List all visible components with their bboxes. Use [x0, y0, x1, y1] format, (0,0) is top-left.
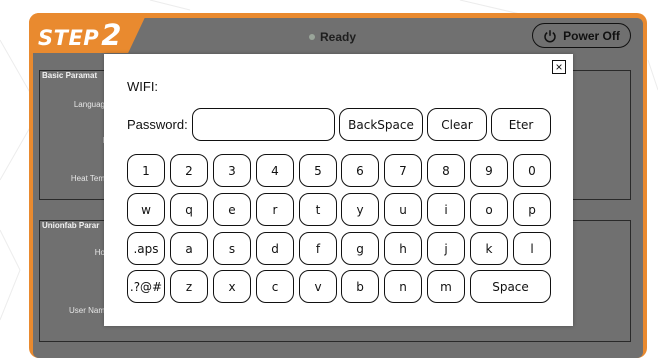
key-p[interactable]: p	[513, 193, 551, 226]
key-a[interactable]: a	[170, 232, 208, 265]
key-t[interactable]: t	[299, 193, 337, 226]
key-h[interactable]: h	[384, 232, 422, 265]
key-f[interactable]: f	[299, 232, 337, 265]
space-key[interactable]: Space	[470, 270, 551, 303]
power-off-label: Power Off	[563, 28, 620, 43]
key-2[interactable]: 2	[170, 154, 208, 187]
heat-temp-label: Heat Tem	[70, 174, 105, 183]
key-n[interactable]: n	[384, 270, 422, 303]
key-0[interactable]: 0	[513, 154, 551, 187]
key-1[interactable]: 1	[127, 154, 165, 187]
key-s[interactable]: s	[213, 232, 251, 265]
key-l[interactable]: l	[513, 232, 551, 265]
step-word: STEP	[38, 26, 100, 50]
key-r[interactable]: r	[256, 193, 294, 226]
key-y[interactable]: y	[341, 193, 379, 226]
key-x[interactable]: x	[213, 270, 251, 303]
field-label-2: I	[60, 136, 105, 145]
key-7[interactable]: 7	[384, 154, 422, 187]
key-d[interactable]: d	[256, 232, 294, 265]
key-o[interactable]: o	[470, 193, 508, 226]
power-off-button[interactable]: Power Off	[532, 23, 631, 48]
host-label: Ho	[94, 248, 105, 257]
key-6[interactable]: 6	[341, 154, 379, 187]
key-v[interactable]: v	[299, 270, 337, 303]
clear-button[interactable]: Clear	[427, 108, 487, 141]
password-input[interactable]	[192, 108, 335, 141]
key-9[interactable]: 9	[470, 154, 508, 187]
key-j[interactable]: j	[427, 232, 465, 265]
enter-button[interactable]: Eter	[491, 108, 551, 141]
key-u[interactable]: u	[384, 193, 422, 226]
key-4[interactable]: 4	[256, 154, 294, 187]
key-m[interactable]: m	[427, 270, 465, 303]
basic-params-title: Basic Paramat	[42, 71, 98, 80]
close-button[interactable]: ×	[552, 60, 566, 74]
key-c[interactable]: c	[256, 270, 294, 303]
password-label: Password:	[127, 117, 188, 132]
status-dot-icon	[309, 34, 315, 40]
key-5[interactable]: 5	[299, 154, 337, 187]
key-i[interactable]: i	[427, 193, 465, 226]
wifi-label: WIFI:	[127, 79, 159, 94]
status-text: Ready	[320, 30, 357, 44]
caps-key[interactable]: .aps	[127, 232, 165, 265]
user-name-label: User Nam	[68, 306, 105, 315]
key-8[interactable]: 8	[427, 154, 465, 187]
key-b[interactable]: b	[341, 270, 379, 303]
unionfab-params-title: Unionfab Parar	[42, 221, 100, 230]
step-number: 2	[101, 18, 122, 52]
step-indicator: STEP2	[38, 18, 121, 52]
key-z[interactable]: z	[170, 270, 208, 303]
status-indicator: Ready	[309, 29, 356, 45]
key-3[interactable]: 3	[213, 154, 251, 187]
key-w[interactable]: w	[127, 193, 165, 226]
key-e[interactable]: e	[213, 193, 251, 226]
backspace-button[interactable]: BackSpace	[339, 108, 423, 141]
key-g[interactable]: g	[341, 232, 379, 265]
power-icon	[544, 29, 556, 42]
key-q[interactable]: q	[170, 193, 208, 226]
key-k[interactable]: k	[470, 232, 508, 265]
symbols-key[interactable]: .?@#	[127, 270, 165, 303]
language-label: Languag	[73, 100, 105, 109]
